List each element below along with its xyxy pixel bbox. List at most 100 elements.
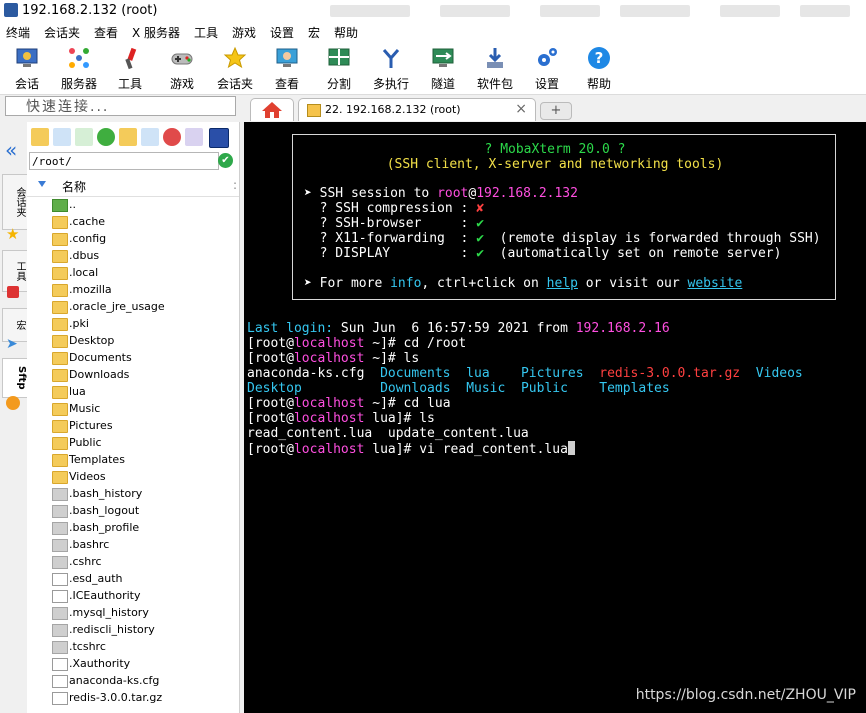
file-row[interactable]: .Xauthority xyxy=(27,656,239,673)
file-icon xyxy=(52,573,68,586)
help-link[interactable]: help xyxy=(547,276,578,291)
menu-macros[interactable]: 宏 xyxy=(308,24,320,41)
toolbar-multiexec-button[interactable]: 多执行 xyxy=(364,46,418,92)
file-row[interactable]: .mozilla xyxy=(27,282,239,299)
file-row[interactable]: Downloads xyxy=(27,367,239,384)
feature-display: ? DISPLAY : ✔ (automatically set on remo… xyxy=(304,246,782,261)
sftp-path-input[interactable]: /root/ xyxy=(29,152,219,170)
parent-folder-icon[interactable] xyxy=(31,128,49,146)
toolbar-help-button[interactable]: ? 帮助 xyxy=(572,46,626,92)
file-row[interactable]: .tcshrc xyxy=(27,639,239,656)
file-row[interactable]: Documents xyxy=(27,350,239,367)
new-tab-button[interactable]: + xyxy=(540,102,572,120)
file-row[interactable]: Music xyxy=(27,401,239,418)
file-row[interactable]: .oracle_jre_usage xyxy=(27,299,239,316)
column-separator[interactable]: : xyxy=(233,178,237,192)
file-row[interactable]: .cshrc xyxy=(27,554,239,571)
session-tabs: 22. 192.168.2.132 (root) × + xyxy=(244,96,866,122)
folder-icon xyxy=(52,284,68,297)
menu-view[interactable]: 查看 xyxy=(94,24,118,41)
toolbar-games-button[interactable]: 游戏 xyxy=(155,46,209,92)
banner-subtitle: (SSH client, X-server and networking too… xyxy=(386,157,724,172)
file-name: .esd_auth xyxy=(69,572,123,585)
tab-session[interactable]: 22. 192.168.2.132 (root) × xyxy=(298,98,536,121)
file-row[interactable]: .dbus xyxy=(27,248,239,265)
sort-arrow-icon[interactable] xyxy=(38,181,46,187)
path-go-icon[interactable]: ✔ xyxy=(218,153,233,168)
file-row[interactable]: .bash_logout xyxy=(27,503,239,520)
blurred-tab xyxy=(800,5,850,17)
toolbar-tunnel-button[interactable]: 隧道 xyxy=(416,46,470,92)
refresh-icon[interactable] xyxy=(97,128,115,146)
menu-games[interactable]: 游戏 xyxy=(232,24,256,41)
file-row[interactable]: .bashrc xyxy=(27,537,239,554)
file-row[interactable]: lua xyxy=(27,384,239,401)
file-name: .config xyxy=(69,232,107,245)
follow-terminal-icon[interactable] xyxy=(209,128,229,148)
file-row[interactable]: Pictures xyxy=(27,418,239,435)
file-row[interactable]: anaconda-ks.cfg xyxy=(27,673,239,690)
file-name: Documents xyxy=(69,351,132,364)
menu-sessions[interactable]: 会话夹 xyxy=(44,24,80,41)
toolbar-packages-button[interactable]: 软件包 xyxy=(468,46,522,92)
file-row[interactable]: .bash_history xyxy=(27,486,239,503)
file-row[interactable]: .config xyxy=(27,231,239,248)
sftp-globe-icon xyxy=(6,396,20,410)
menu-settings[interactable]: 设置 xyxy=(270,24,294,41)
file-name: Templates xyxy=(69,453,125,466)
close-tab-icon[interactable]: × xyxy=(515,101,527,117)
tunnel-icon xyxy=(432,48,454,67)
toolbar-view-button[interactable]: 查看 xyxy=(260,46,314,92)
rename-icon[interactable] xyxy=(185,128,203,146)
file-name: Pictures xyxy=(69,419,113,432)
file-icon xyxy=(52,675,68,688)
menu-tools[interactable]: 工具 xyxy=(194,24,218,41)
file-row[interactable]: Videos xyxy=(27,469,239,486)
file-row[interactable]: .. xyxy=(27,197,239,214)
file-row[interactable]: Public xyxy=(27,435,239,452)
new-folder-icon[interactable] xyxy=(119,128,137,146)
new-file-icon[interactable] xyxy=(141,128,159,146)
left-side-strip: « 会话夹 ★ 工具 宏 ➤ Sftp xyxy=(0,122,28,713)
download-icon[interactable] xyxy=(53,128,71,146)
toolbar-settings-button[interactable]: 设置 xyxy=(520,46,574,92)
file-row[interactable]: .esd_auth xyxy=(27,571,239,588)
toolbar-sessions-star-button[interactable]: 会话夹 xyxy=(208,46,262,92)
upload-icon[interactable] xyxy=(75,128,93,146)
toolbar-split-button[interactable]: 分割 xyxy=(312,46,366,92)
toolbar-tools-button[interactable]: 工具 xyxy=(103,46,157,92)
folder-icon xyxy=(52,250,68,263)
file-row[interactable]: .ICEauthority xyxy=(27,588,239,605)
side-tab-sessions[interactable]: 会话夹 xyxy=(2,174,28,230)
menu-terminal[interactable]: 终端 xyxy=(6,24,30,41)
file-row[interactable]: .mysql_history xyxy=(27,605,239,622)
star-icon: ★ xyxy=(6,225,20,243)
side-tab-sftp[interactable]: Sftp xyxy=(2,358,28,398)
view-icon xyxy=(276,48,298,67)
folder-icon xyxy=(52,335,68,348)
terminal-pane[interactable]: ? MobaXterm 20.0 ? (SSH client, X-server… xyxy=(244,122,866,713)
quick-connect-input[interactable]: 快速连接... xyxy=(5,96,236,116)
terminal-line: [root@localhost ~]# cd lua xyxy=(247,396,451,411)
folder-icon xyxy=(52,352,68,365)
file-row[interactable]: .pki xyxy=(27,316,239,333)
menu-help[interactable]: 帮助 xyxy=(334,24,358,41)
file-row[interactable]: .cache xyxy=(27,214,239,231)
file-name: .bash_history xyxy=(69,487,143,500)
file-row[interactable]: redis-3.0.0.tar.gz xyxy=(27,690,239,707)
toolbar-servers-button[interactable]: 服务器 xyxy=(52,46,106,92)
file-row[interactable]: Desktop xyxy=(27,333,239,350)
menu-xserver[interactable]: X 服务器 xyxy=(132,24,180,41)
file-row[interactable]: .rediscli_history xyxy=(27,622,239,639)
file-row[interactable]: Templates xyxy=(27,452,239,469)
column-name-header[interactable]: 名称 xyxy=(62,178,86,195)
website-link[interactable]: website xyxy=(688,276,743,291)
home-tab[interactable] xyxy=(250,98,294,121)
toolbar-session-button[interactable]: 会话 xyxy=(0,46,54,92)
file-row[interactable]: .bash_profile xyxy=(27,520,239,537)
info-line: ➤ For more info, ctrl+click on help or v… xyxy=(304,276,743,291)
delete-icon[interactable] xyxy=(163,128,181,146)
games-icon xyxy=(171,53,193,65)
collapse-sidebar-icon[interactable]: « xyxy=(5,138,17,162)
file-row[interactable]: .local xyxy=(27,265,239,282)
